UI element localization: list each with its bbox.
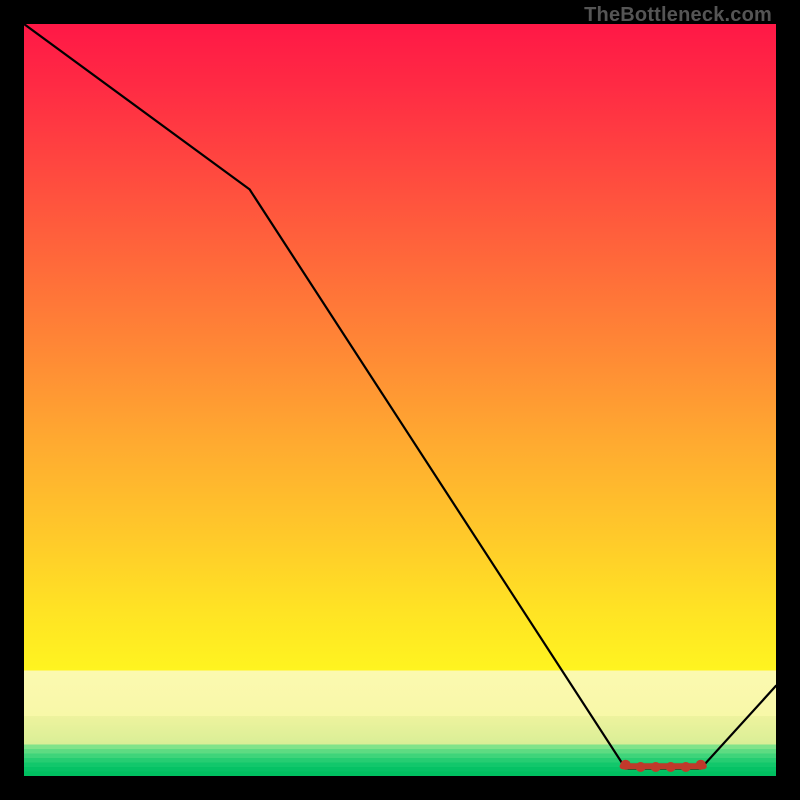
- chart-frame: [24, 24, 776, 776]
- chart-plot-area: [24, 24, 776, 776]
- chart-background-gradient: [24, 24, 776, 776]
